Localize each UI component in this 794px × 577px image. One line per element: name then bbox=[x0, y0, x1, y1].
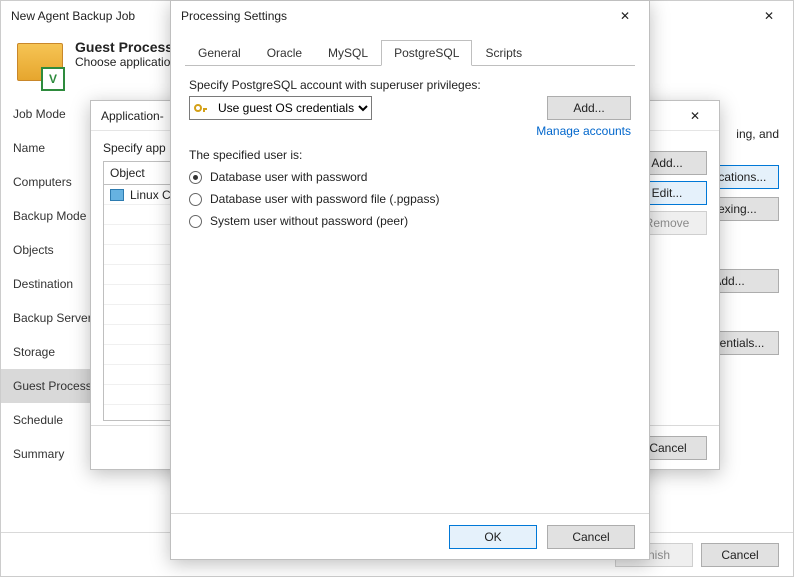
cancel-button[interactable]: Cancel bbox=[701, 543, 779, 567]
tab-general[interactable]: General bbox=[185, 40, 254, 66]
radio-label: System user without password (peer) bbox=[210, 214, 408, 228]
tab-scripts[interactable]: Scripts bbox=[472, 40, 535, 66]
options-title: Application- bbox=[101, 109, 164, 123]
close-icon[interactable]: ✕ bbox=[607, 2, 643, 30]
radio-label: Database user with password file (.pgpas… bbox=[210, 192, 439, 206]
close-icon[interactable]: ✕ bbox=[751, 2, 787, 30]
computer-icon bbox=[110, 189, 124, 201]
add-credentials-button[interactable]: Add... bbox=[547, 96, 631, 120]
radio-option[interactable]: Database user with password bbox=[189, 166, 631, 188]
processing-settings-dialog: Processing Settings ✕ GeneralOracleMySQL… bbox=[170, 0, 650, 560]
dialog-title: Processing Settings bbox=[181, 9, 287, 23]
radio-option[interactable]: Database user with password file (.pgpas… bbox=[189, 188, 631, 210]
tab-postgresql[interactable]: PostgreSQL bbox=[381, 40, 472, 66]
wizard-right-text: ing, and bbox=[736, 125, 779, 143]
cancel-button[interactable]: Cancel bbox=[547, 525, 635, 549]
radio-option[interactable]: System user without password (peer) bbox=[189, 210, 631, 232]
dialog-tabs: GeneralOracleMySQLPostgreSQLScripts bbox=[185, 39, 635, 66]
wizard-title: New Agent Backup Job bbox=[11, 9, 135, 23]
tab-mysql[interactable]: MySQL bbox=[315, 40, 381, 66]
user-type-radios: Database user with password Database user… bbox=[189, 166, 631, 232]
credentials-select[interactable]: Use guest OS credentials bbox=[189, 96, 372, 120]
tab-oracle[interactable]: Oracle bbox=[254, 40, 315, 66]
close-icon[interactable]: ✕ bbox=[677, 102, 713, 130]
dialog-titlebar: Processing Settings ✕ bbox=[171, 1, 649, 31]
wizard-icon: V bbox=[15, 39, 67, 91]
manage-accounts-link[interactable]: Manage accounts bbox=[189, 124, 631, 138]
ok-button[interactable]: OK bbox=[449, 525, 537, 549]
user-is-label: The specified user is: bbox=[189, 148, 631, 162]
radio-label: Database user with password bbox=[210, 170, 367, 184]
pg-account-label: Specify PostgreSQL account with superuse… bbox=[189, 78, 631, 92]
list-item-label: Linux C bbox=[130, 188, 171, 202]
